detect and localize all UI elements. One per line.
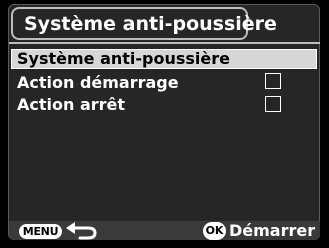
menu-item-shutdown-action[interactable]: Action arrêt <box>11 95 317 115</box>
camera-menu-screen: Système anti-poussière Système anti-pous… <box>0 0 329 248</box>
menu-item-label: Action arrêt <box>17 95 126 114</box>
menu-button[interactable]: MENU <box>19 224 62 239</box>
shutdown-action-checkbox[interactable] <box>265 96 281 112</box>
menu-item-label: Système anti-poussière <box>17 49 230 68</box>
return-arrow-icon[interactable] <box>64 222 98 240</box>
start-action-label: Démarrer <box>229 221 316 240</box>
title-divider <box>9 42 320 44</box>
startup-action-checkbox[interactable] <box>265 73 281 89</box>
menu-item-startup-action[interactable]: Action démarrage <box>11 73 317 93</box>
page-title: Système anti-poussière <box>24 13 277 35</box>
ok-button[interactable]: OK <box>203 222 226 240</box>
menu-item-label: Action démarrage <box>17 73 179 92</box>
menu-item-dust-removal[interactable]: Système anti-poussière <box>11 49 317 69</box>
